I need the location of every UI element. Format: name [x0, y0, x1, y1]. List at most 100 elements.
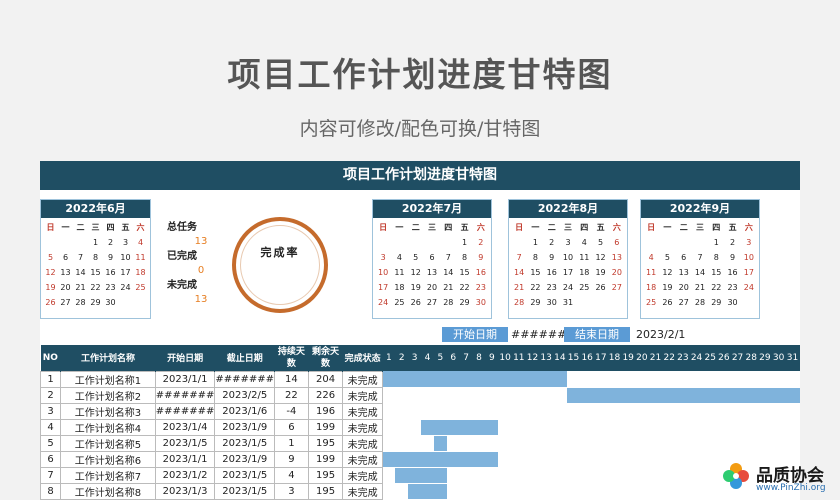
calendar-day[interactable]: 20 [424, 281, 440, 295]
calendar-day[interactable]: 13 [424, 266, 440, 280]
cell-start[interactable]: 2023/1/1 [154, 450, 216, 468]
cell-end[interactable]: 2023/2/5 [214, 386, 276, 404]
calendar-day[interactable]: 3 [118, 236, 133, 250]
calendar-day[interactable]: 4 [133, 236, 148, 250]
calendar-day[interactable]: 28 [73, 296, 88, 310]
calendar-day[interactable]: 9 [724, 251, 740, 265]
cell-status[interactable]: 未完成 [342, 434, 383, 452]
calendar-day[interactable]: 15 [527, 266, 543, 280]
calendar-day[interactable]: 24 [741, 281, 757, 295]
cell-name[interactable]: 工作计划名称6 [60, 450, 156, 468]
cell-start[interactable]: 2023/1/3 [154, 482, 216, 500]
calendar-day[interactable]: 9 [473, 251, 489, 265]
calendar-day[interactable]: 8 [527, 251, 543, 265]
calendar-day[interactable]: 30 [724, 296, 740, 310]
calendar-day[interactable]: 14 [440, 266, 456, 280]
cell-start[interactable]: 2023/1/5 [154, 434, 216, 452]
cell-start[interactable]: ####### [154, 386, 216, 404]
calendar-day[interactable]: 18 [391, 281, 407, 295]
calendar-day[interactable]: 27 [58, 296, 73, 310]
cell-no[interactable]: 3 [40, 402, 62, 420]
calendar-day[interactable]: 12 [659, 266, 675, 280]
cell-name[interactable]: 工作计划名称8 [60, 482, 156, 500]
calendar-day[interactable]: 23 [103, 281, 118, 295]
calendar-day[interactable]: 17 [741, 266, 757, 280]
calendar-day[interactable]: 30 [103, 296, 118, 310]
calendar-day[interactable]: 27 [609, 281, 625, 295]
cell-name[interactable]: 工作计划名称7 [60, 466, 156, 484]
calendar-day[interactable]: 21 [692, 281, 708, 295]
calendar-day[interactable]: 22 [456, 281, 472, 295]
calendar-day[interactable]: 28 [692, 296, 708, 310]
cell-remain[interactable]: 195 [307, 466, 344, 484]
calendar-day[interactable]: 16 [724, 266, 740, 280]
calendar-day[interactable]: 28 [511, 296, 527, 310]
calendar-day[interactable]: 15 [708, 266, 724, 280]
calendar-day[interactable]: 5 [592, 236, 608, 250]
calendar-day[interactable]: 7 [692, 251, 708, 265]
cell-duration[interactable]: -4 [274, 402, 309, 420]
calendar-day[interactable]: 30 [544, 296, 560, 310]
calendar-day[interactable]: 19 [43, 281, 58, 295]
calendar-day[interactable]: 13 [676, 266, 692, 280]
end-date-value[interactable]: 2023/2/1 [636, 327, 696, 342]
cell-status[interactable]: 未完成 [342, 450, 383, 468]
calendar-day[interactable]: 11 [643, 266, 659, 280]
calendar-day[interactable]: 16 [103, 266, 118, 280]
calendar-day[interactable]: 1 [527, 236, 543, 250]
calendar-day[interactable]: 19 [408, 281, 424, 295]
cell-duration[interactable]: 9 [274, 450, 309, 468]
calendar-day[interactable]: 9 [103, 251, 118, 265]
calendar-day[interactable]: 3 [375, 251, 391, 265]
calendar-day[interactable]: 4 [576, 236, 592, 250]
calendar-day[interactable]: 14 [73, 266, 88, 280]
cell-remain[interactable]: 199 [307, 418, 344, 436]
calendar-day[interactable]: 4 [391, 251, 407, 265]
calendar-day[interactable]: 12 [43, 266, 58, 280]
cell-no[interactable]: 2 [40, 386, 62, 404]
calendar-day[interactable]: 20 [58, 281, 73, 295]
cell-start[interactable]: 2023/1/4 [154, 418, 216, 436]
calendar-day[interactable]: 7 [440, 251, 456, 265]
calendar-day[interactable]: 5 [408, 251, 424, 265]
cell-no[interactable]: 5 [40, 434, 62, 452]
calendar-day[interactable]: 26 [43, 296, 58, 310]
cell-remain[interactable]: 196 [307, 402, 344, 420]
calendar-day[interactable]: 2 [473, 236, 489, 250]
calendar-day[interactable]: 18 [643, 281, 659, 295]
cell-no[interactable]: 8 [40, 482, 62, 500]
calendar-day[interactable]: 27 [424, 296, 440, 310]
calendar-day[interactable]: 23 [473, 281, 489, 295]
cell-name[interactable]: 工作计划名称4 [60, 418, 156, 436]
calendar-day[interactable]: 20 [609, 266, 625, 280]
calendar-day[interactable]: 10 [375, 266, 391, 280]
calendar-day[interactable]: 1 [708, 236, 724, 250]
calendar-day[interactable]: 24 [560, 281, 576, 295]
cell-name[interactable]: 工作计划名称1 [60, 370, 156, 388]
cell-no[interactable]: 6 [40, 450, 62, 468]
calendar-day[interactable]: 2 [544, 236, 560, 250]
calendar-day[interactable]: 17 [560, 266, 576, 280]
cell-no[interactable]: 7 [40, 466, 62, 484]
calendar-day[interactable]: 29 [708, 296, 724, 310]
calendar-day[interactable]: 3 [741, 236, 757, 250]
cell-status[interactable]: 未完成 [342, 386, 383, 404]
calendar-day[interactable]: 29 [456, 296, 472, 310]
calendar-day[interactable]: 8 [88, 251, 103, 265]
calendar-day[interactable]: 9 [544, 251, 560, 265]
calendar-day[interactable]: 29 [527, 296, 543, 310]
cell-status[interactable]: 未完成 [342, 482, 383, 500]
calendar-day[interactable]: 6 [58, 251, 73, 265]
cell-remain[interactable]: 226 [307, 386, 344, 404]
calendar-day[interactable]: 20 [676, 281, 692, 295]
calendar-day[interactable]: 19 [592, 266, 608, 280]
cell-name[interactable]: 工作计划名称5 [60, 434, 156, 452]
cell-status[interactable]: 未完成 [342, 418, 383, 436]
calendar-day[interactable]: 19 [659, 281, 675, 295]
calendar-day[interactable]: 18 [133, 266, 148, 280]
calendar-day[interactable]: 21 [440, 281, 456, 295]
cell-status[interactable]: 未完成 [342, 402, 383, 420]
cell-remain[interactable]: 195 [307, 482, 344, 500]
calendar-day[interactable]: 17 [118, 266, 133, 280]
cell-end[interactable]: 2023/1/6 [214, 402, 276, 420]
